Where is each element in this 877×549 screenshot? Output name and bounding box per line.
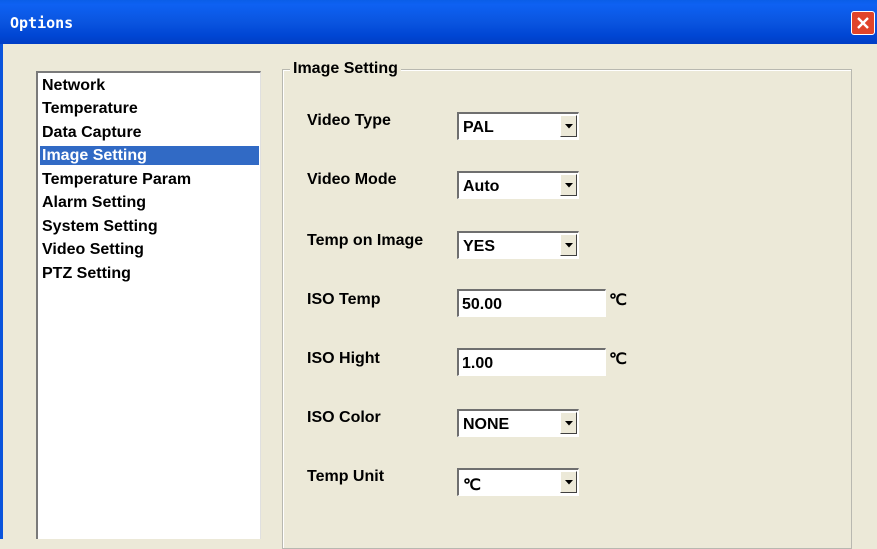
iso-hight-unit: ℃ xyxy=(609,351,627,368)
iso-color-value: NONE xyxy=(463,416,510,433)
list-item-image-setting[interactable]: Image Setting xyxy=(40,146,259,165)
window-border xyxy=(0,44,3,539)
chevron-down-icon xyxy=(565,124,573,129)
temp-on-image-label: Temp on Image xyxy=(307,232,424,249)
temp-unit-select[interactable]: ℃ xyxy=(457,468,579,496)
list-item-temperature-param[interactable]: Temperature Param xyxy=(42,170,191,189)
iso-color-label: ISO Color xyxy=(307,409,381,426)
iso-hight-label: ISO Hight xyxy=(307,350,380,367)
chevron-down-icon xyxy=(565,183,573,188)
chevron-down-icon xyxy=(565,243,573,248)
temp-on-image-select[interactable]: YES xyxy=(457,231,579,259)
video-mode-value: Auto xyxy=(463,178,500,195)
group-title: Image Setting xyxy=(290,60,401,78)
temp-unit-dropdown-button[interactable] xyxy=(560,471,577,493)
temp-on-image-value: YES xyxy=(463,238,496,255)
iso-hight-input[interactable]: 1.00 xyxy=(457,348,606,376)
list-item-data-capture[interactable]: Data Capture xyxy=(42,123,142,142)
video-type-value: PAL xyxy=(463,119,494,136)
list-item-alarm-setting[interactable]: Alarm Setting xyxy=(42,193,146,212)
video-mode-select[interactable]: Auto xyxy=(457,171,579,199)
temp-unit-value: ℃ xyxy=(463,477,481,494)
chevron-down-icon xyxy=(565,421,573,426)
iso-temp-value: 50.00 xyxy=(462,296,503,313)
window-title: Options xyxy=(10,14,74,32)
list-item-video-setting[interactable]: Video Setting xyxy=(42,240,144,259)
video-type-label: Video Type xyxy=(307,112,391,129)
iso-hight-value: 1.00 xyxy=(462,355,494,372)
iso-color-select[interactable]: NONE xyxy=(457,409,579,437)
iso-temp-label: ISO Temp xyxy=(307,291,381,308)
iso-temp-input[interactable]: 50.00 xyxy=(457,289,606,317)
video-type-select[interactable]: PAL xyxy=(457,112,579,140)
list-item-network[interactable]: Network xyxy=(42,76,105,95)
title-bar[interactable]: Options xyxy=(0,0,877,44)
chevron-down-icon xyxy=(565,480,573,485)
temp-on-image-dropdown-button[interactable] xyxy=(560,234,577,256)
video-type-dropdown-button[interactable] xyxy=(560,115,577,137)
list-item-system-setting[interactable]: System Setting xyxy=(42,217,158,236)
list-item-ptz-setting[interactable]: PTZ Setting xyxy=(42,264,131,283)
video-mode-dropdown-button[interactable] xyxy=(560,174,577,196)
temp-unit-label: Temp Unit xyxy=(307,468,385,485)
iso-color-dropdown-button[interactable] xyxy=(560,412,577,434)
close-icon xyxy=(857,17,869,29)
iso-temp-unit: ℃ xyxy=(609,292,627,309)
options-category-list[interactable]: Network Temperature Data Capture Image S… xyxy=(36,71,261,539)
list-item-temperature[interactable]: Temperature xyxy=(42,99,138,118)
close-button[interactable] xyxy=(851,11,875,35)
video-mode-label: Video Mode xyxy=(307,171,397,188)
